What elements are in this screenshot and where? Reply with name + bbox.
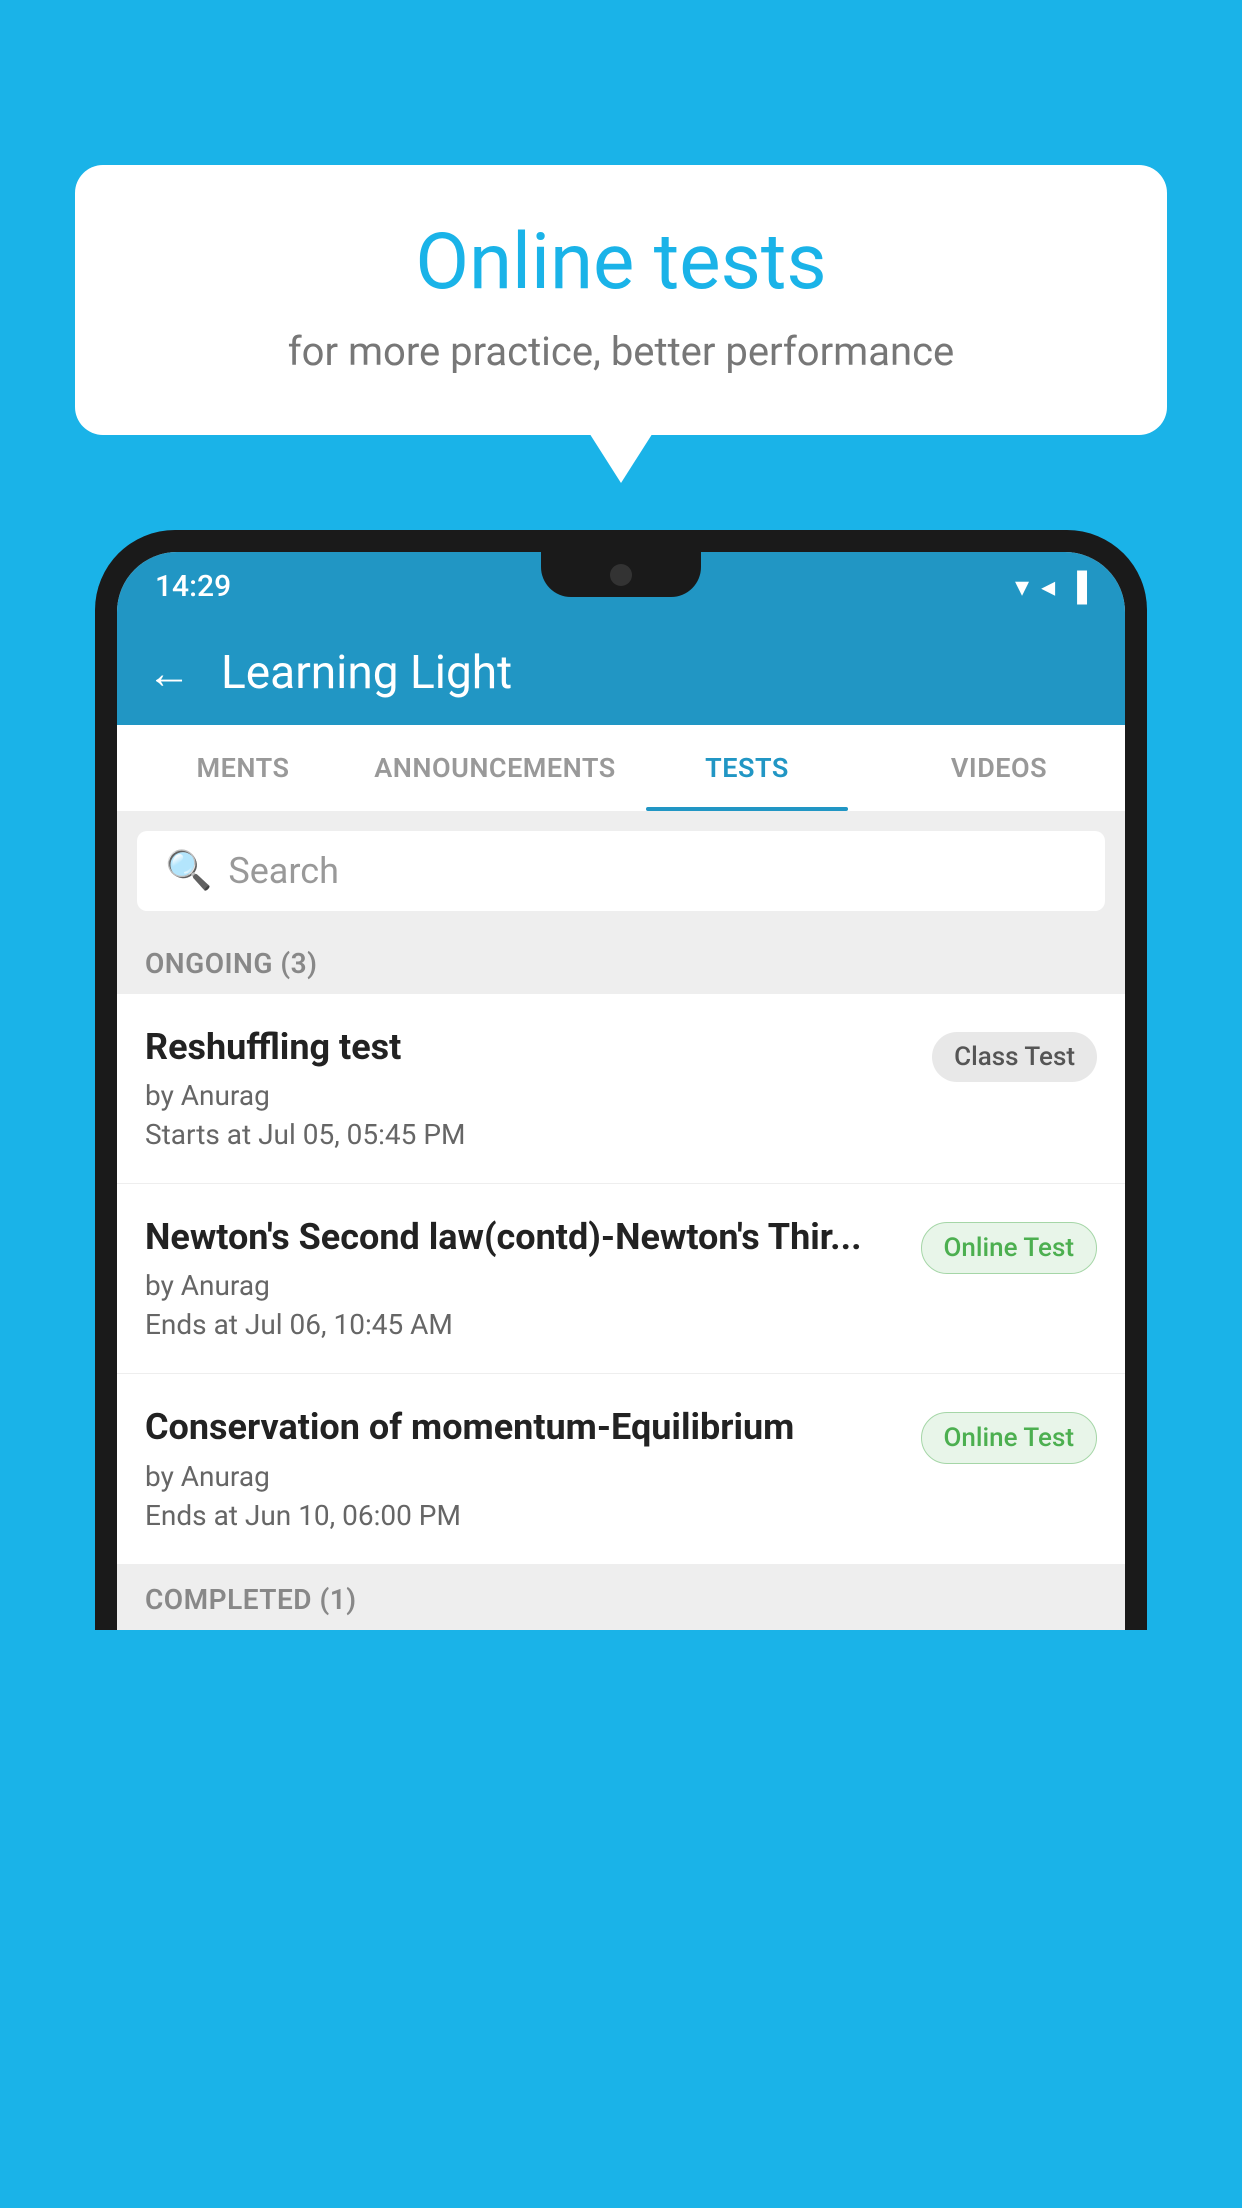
test-item-1-title: Reshuffling test <box>145 1026 912 1069</box>
search-icon: 🔍 <box>165 849 212 893</box>
app-bar: ← Learning Light <box>117 620 1125 725</box>
back-button[interactable]: ← <box>147 647 191 699</box>
camera-notch <box>610 564 632 586</box>
wifi-icon: ▾ <box>1015 570 1029 603</box>
signal-icon: ◂ <box>1041 570 1055 603</box>
tab-announcements[interactable]: ANNOUNCEMENTS <box>369 725 621 811</box>
phone-screen: 14:29 ▾ ◂ ▐ ← Learning Light MENTS ANNOU… <box>117 552 1125 1630</box>
search-placeholder: Search <box>228 850 339 892</box>
test-item-2[interactable]: Newton's Second law(contd)-Newton's Thir… <box>117 1184 1125 1374</box>
test-item-2-author: by Anurag <box>145 1269 901 1302</box>
test-item-3-title: Conservation of momentum-Equilibrium <box>145 1406 901 1449</box>
test-item-1-author: by Anurag <box>145 1079 912 1112</box>
test-item-2-date: Ends at Jul 06, 10:45 AM <box>145 1308 901 1341</box>
phone-outer: 14:29 ▾ ◂ ▐ ← Learning Light MENTS ANNOU… <box>95 530 1147 1630</box>
test-item-1-badge: Class Test <box>932 1032 1097 1082</box>
battery-icon: ▐ <box>1067 570 1087 603</box>
test-item-3-content: Conservation of momentum-Equilibrium by … <box>145 1406 921 1531</box>
status-time: 14:29 <box>155 569 231 604</box>
test-item-3-author: by Anurag <box>145 1460 901 1493</box>
status-icons: ▾ ◂ ▐ <box>1015 570 1087 603</box>
search-container: 🔍 Search <box>117 813 1125 929</box>
test-item-3-date: Ends at Jun 10, 06:00 PM <box>145 1499 901 1532</box>
test-item-2-content: Newton's Second law(contd)-Newton's Thir… <box>145 1216 921 1341</box>
speech-bubble: Online tests for more practice, better p… <box>75 165 1167 435</box>
ongoing-section-header: ONGOING (3) <box>117 929 1125 994</box>
test-item-3-badge: Online Test <box>921 1412 1098 1464</box>
test-item-3[interactable]: Conservation of momentum-Equilibrium by … <box>117 1374 1125 1564</box>
search-bar[interactable]: 🔍 Search <box>137 831 1105 911</box>
app-bar-title: Learning Light <box>221 646 512 700</box>
test-item-1-date: Starts at Jul 05, 05:45 PM <box>145 1118 912 1151</box>
test-item-2-title: Newton's Second law(contd)-Newton's Thir… <box>145 1216 901 1259</box>
test-list: Reshuffling test by Anurag Starts at Jul… <box>117 994 1125 1565</box>
test-item-1[interactable]: Reshuffling test by Anurag Starts at Jul… <box>117 994 1125 1184</box>
test-item-2-badge: Online Test <box>921 1222 1098 1274</box>
tab-videos[interactable]: VIDEOS <box>873 725 1125 811</box>
speech-bubble-subtitle: for more practice, better performance <box>135 328 1107 375</box>
speech-bubble-title: Online tests <box>135 220 1107 306</box>
tab-tests[interactable]: TESTS <box>621 725 873 811</box>
phone-wrapper: 14:29 ▾ ◂ ▐ ← Learning Light MENTS ANNOU… <box>95 530 1147 2208</box>
tabs-bar: MENTS ANNOUNCEMENTS TESTS VIDEOS <box>117 725 1125 813</box>
phone-notch <box>541 552 701 597</box>
test-item-1-content: Reshuffling test by Anurag Starts at Jul… <box>145 1026 932 1151</box>
tab-ments[interactable]: MENTS <box>117 725 369 811</box>
completed-section-header: COMPLETED (1) <box>117 1565 1125 1630</box>
